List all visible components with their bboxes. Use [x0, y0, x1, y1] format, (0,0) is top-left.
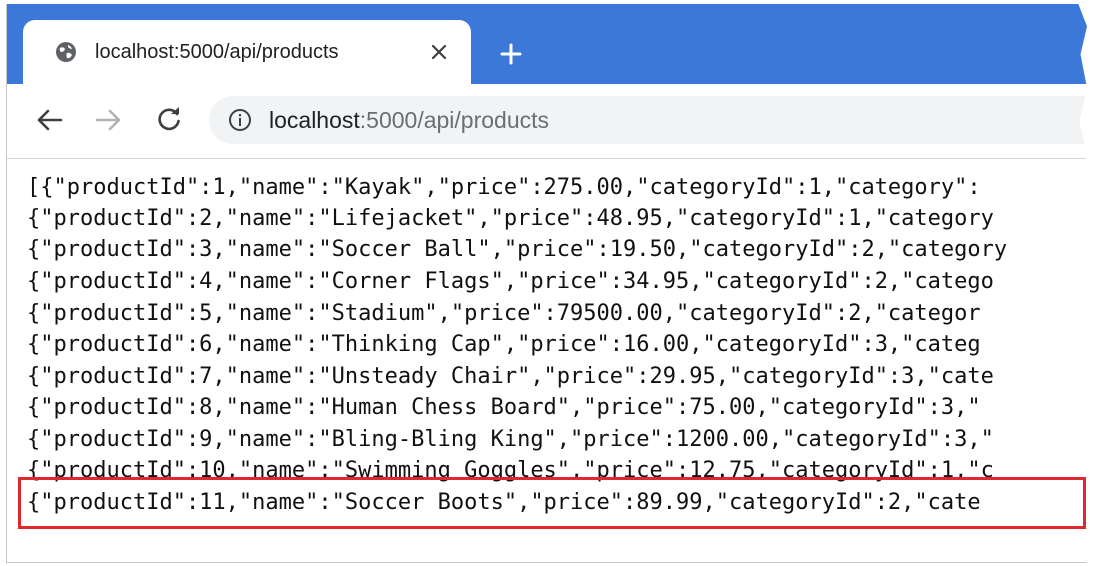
close-icon[interactable]	[427, 40, 451, 64]
plus-icon[interactable]	[493, 36, 529, 72]
tab-title: localhost:5000/api/products	[95, 40, 339, 63]
json-line: {"productId":4,"name":"Corner Flags","pr…	[27, 269, 994, 294]
address-bar[interactable]: localhost:5000/api/products	[209, 96, 1087, 144]
json-line: {"productId":9,"name":"Bling-Bling King"…	[27, 427, 994, 452]
json-line: {"productId":5,"name":"Stadium","price":…	[27, 301, 981, 326]
json-line: {"productId":3,"name":"Soccer Ball","pri…	[27, 237, 1008, 262]
reload-icon[interactable]	[151, 102, 187, 138]
arrow-right-icon[interactable]	[91, 102, 127, 138]
json-line: {"productId":2,"name":"Lifejacket","pric…	[27, 206, 994, 231]
json-line: [{"productId":1,"name":"Kayak","price":2…	[27, 175, 981, 200]
url-text: localhost:5000/api/products	[269, 107, 549, 134]
url-host: localhost	[269, 106, 360, 133]
arrow-left-icon[interactable]	[31, 102, 67, 138]
tab-active[interactable]: localhost:5000/api/products	[23, 20, 471, 84]
tab-strip: localhost:5000/api/products	[7, 4, 1087, 84]
json-line: {"productId":6,"name":"Thinking Cap","pr…	[27, 332, 981, 357]
browser-toolbar: localhost:5000/api/products	[7, 84, 1087, 159]
json-line: {"productId":8,"name":"Human Chess Board…	[27, 395, 981, 420]
highlight-box	[18, 477, 1086, 529]
json-line: {"productId":7,"name":"Unsteady Chair","…	[27, 364, 994, 389]
globe-icon	[55, 41, 77, 63]
url-path: :5000/api/products	[359, 106, 550, 133]
info-icon[interactable]	[227, 107, 253, 133]
